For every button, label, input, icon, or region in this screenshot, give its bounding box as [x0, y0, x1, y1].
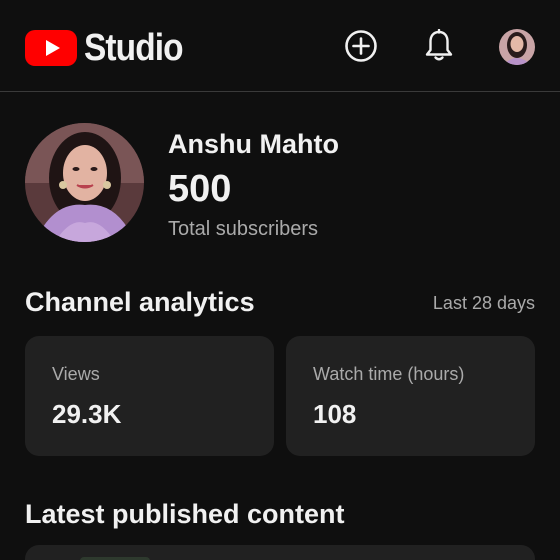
- latest-content-card[interactable]: [25, 545, 535, 560]
- channel-analytics-title: Channel analytics: [25, 287, 255, 317]
- subscriber-label: Total subscribers: [168, 218, 319, 240]
- channel-name: Anshu Mahto: [168, 129, 339, 159]
- account-avatar-image: [499, 29, 535, 65]
- watch-time-card[interactable]: Watch time (hours) 108: [286, 336, 535, 456]
- subscriber-count: 500: [168, 168, 232, 210]
- studio-dashboard: Studio Anshu Mahto 500 Total subscribers…: [0, 0, 560, 560]
- views-value: 29.3K: [52, 399, 122, 429]
- watch-time-value: 108: [313, 399, 357, 429]
- channel-avatar-image: [25, 123, 144, 242]
- watch-time-label: Watch time (hours): [313, 364, 465, 384]
- channel-avatar[interactable]: [25, 123, 144, 242]
- views-label: Views: [52, 364, 100, 384]
- create-button[interactable]: [343, 28, 379, 64]
- views-card[interactable]: Views 29.3K: [25, 336, 274, 456]
- notifications-button[interactable]: [421, 28, 457, 64]
- account-avatar[interactable]: [499, 29, 535, 65]
- analytics-period: Last 28 days: [432, 293, 535, 313]
- top-app-bar: Studio: [0, 0, 560, 92]
- plus-circle-icon: [345, 30, 377, 62]
- bell-icon: [425, 29, 453, 61]
- latest-content-title: Latest published content: [25, 499, 345, 529]
- youtube-studio-logo[interactable]: Studio: [25, 28, 196, 68]
- brand-name: Studio: [84, 27, 184, 69]
- youtube-logo-icon: [25, 30, 77, 66]
